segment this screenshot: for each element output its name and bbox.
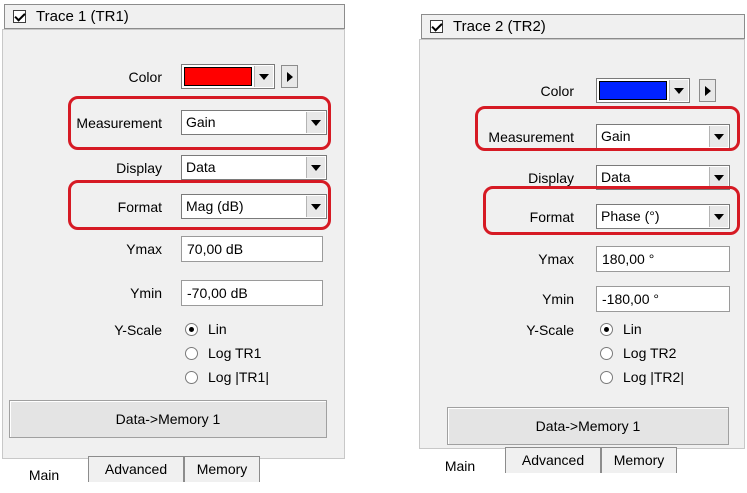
trace-1-data-to-memory-button[interactable]: Data->Memory 1 (9, 400, 327, 438)
trace-1-yscale-lin-option[interactable]: Lin (185, 319, 227, 339)
trace-1-ymax-row: Ymax 70,00 dB (3, 236, 344, 262)
trace-1-format-select[interactable]: Mag (dB) (181, 194, 327, 219)
radio-unselected-icon[interactable] (185, 346, 198, 360)
trace-1-measurement-select[interactable]: Gain (181, 110, 327, 135)
trace-1-panel: Trace 1 (TR1) Color Measurement Gain Dis… (0, 0, 347, 493)
trace-1-ymin-label: Ymin (130, 285, 162, 301)
trace-1-ymax-input[interactable]: 70,00 dB (181, 236, 323, 262)
trace-2-panel: Trace 2 (TR2) Color Measurement Gain Dis… (417, 10, 747, 493)
trace-2-measurement-select[interactable]: Gain (596, 124, 730, 149)
trace-1-display-row: Display Data (3, 155, 344, 181)
trace-2-yscale-row: Y-Scale (420, 317, 744, 343)
trace-1-yscale-label: Y-Scale (114, 322, 162, 338)
trace-1-measurement-value: Gain (186, 114, 216, 130)
chevron-down-icon[interactable] (306, 157, 325, 178)
chevron-down-icon[interactable] (254, 66, 273, 87)
trace-2-ymin-input[interactable]: -180,00 ° (596, 286, 730, 312)
trace-2-yscale-lin-label: Lin (623, 321, 642, 337)
trace-2-data-to-memory-button[interactable]: Data->Memory 1 (447, 407, 729, 445)
trace-2-yscale-lin-option[interactable]: Lin (600, 319, 642, 339)
trace-1-title: Trace 1 (TR1) (36, 8, 129, 25)
trace-2-yscale-logabs-label: Log |TR2| (623, 369, 684, 385)
trace-2-enable-checkbox[interactable] (430, 20, 443, 33)
trace-1-yscale-logabs-option[interactable]: Log |TR1| (185, 367, 269, 387)
trace-1-color-label: Color (128, 69, 162, 85)
trace-2-tab-bar: Main Advanced Memory (419, 447, 739, 483)
trace-2-color-row: Color (420, 78, 744, 104)
trace-1-tab-memory[interactable]: Memory (184, 456, 260, 482)
chevron-down-icon[interactable] (709, 126, 728, 147)
trace-2-measurement-label: Measurement (488, 129, 574, 145)
trace-1-tab-bar: Main Advanced Memory (2, 456, 332, 492)
trace-1-ymin-row: Ymin -70,00 dB (3, 280, 344, 306)
radio-selected-icon[interactable] (185, 322, 198, 336)
chevron-down-icon[interactable] (669, 80, 688, 101)
trace-1-yscale-log-label: Log TR1 (208, 345, 262, 361)
trace-1-yscale-log-option[interactable]: Log TR1 (185, 343, 261, 363)
radio-unselected-icon[interactable] (600, 370, 613, 384)
trace-2-color-more-button[interactable] (699, 79, 716, 102)
trace-2-measurement-row: Measurement Gain (420, 124, 744, 150)
trace-1-measurement-label: Measurement (76, 115, 162, 131)
trace-2-settings-body: Color Measurement Gain Display Data Form… (419, 39, 745, 449)
trace-2-display-row: Display Data (420, 165, 744, 191)
chevron-down-icon[interactable] (709, 206, 728, 227)
trace-2-color-select[interactable] (596, 78, 690, 103)
trace-2-format-select[interactable]: Phase (°) (596, 204, 730, 229)
trace-2-title: Trace 2 (TR2) (453, 18, 546, 35)
trace-2-color-swatch (599, 81, 667, 100)
trace-2-format-value: Phase (°) (601, 208, 660, 224)
trace-2-yscale-log-label: Log TR2 (623, 345, 677, 361)
trace-2-format-label: Format (529, 209, 574, 225)
trace-2-display-label: Display (528, 170, 574, 186)
trace-2-ymin-row: Ymin -180,00 ° (420, 286, 744, 312)
trace-2-ymax-label: Ymax (538, 251, 574, 267)
trace-1-color-swatch (184, 67, 252, 86)
trace-1-ymax-label: Ymax (126, 241, 162, 257)
trace-2-yscale-logabs-option[interactable]: Log |TR2| (600, 367, 684, 387)
trace-1-yscale-lin-label: Lin (208, 321, 227, 337)
trace-2-ymax-row: Ymax 180,00 ° (420, 246, 744, 272)
trace-1-yscale-logabs-label: Log |TR1| (208, 369, 269, 385)
trace-1-measurement-row: Measurement Gain (3, 110, 344, 136)
trace-2-format-row: Format Phase (°) (420, 204, 744, 230)
trace-1-color-select[interactable] (181, 64, 275, 89)
trace-2-display-value: Data (601, 169, 631, 185)
trace-1-color-more-button[interactable] (281, 65, 298, 88)
trace-2-ymax-input[interactable]: 180,00 ° (596, 246, 730, 272)
trace-1-display-value: Data (186, 159, 216, 175)
chevron-down-icon[interactable] (709, 167, 728, 188)
trace-1-tab-main[interactable]: Main (4, 460, 84, 490)
trace-1-header: Trace 1 (TR1) (4, 4, 345, 29)
trace-2-yscale-label: Y-Scale (526, 322, 574, 338)
trace-1-format-label: Format (117, 199, 162, 215)
trace-1-display-label: Display (116, 160, 162, 176)
trace-2-tab-main[interactable]: Main (425, 451, 495, 481)
trace-2-ymin-label: Ymin (542, 291, 574, 307)
trace-1-enable-checkbox[interactable] (13, 10, 26, 23)
trace-1-display-select[interactable]: Data (181, 155, 327, 180)
radio-unselected-icon[interactable] (600, 346, 613, 360)
chevron-down-icon[interactable] (306, 196, 325, 217)
trace-2-header: Trace 2 (TR2) (421, 14, 745, 39)
trace-1-yscale-row: Y-Scale (3, 317, 344, 343)
trace-1-ymin-input[interactable]: -70,00 dB (181, 280, 323, 306)
radio-selected-icon[interactable] (600, 322, 613, 336)
trace-2-tab-advanced[interactable]: Advanced (505, 447, 601, 473)
trace-1-settings-body: Color Measurement Gain Display Data Form… (2, 29, 345, 459)
trace-1-color-row: Color (3, 64, 344, 90)
trace-1-format-row: Format Mag (dB) (3, 194, 344, 220)
trace-1-format-value: Mag (dB) (186, 198, 244, 214)
trace-2-tab-memory[interactable]: Memory (601, 447, 677, 473)
trace-2-yscale-log-option[interactable]: Log TR2 (600, 343, 676, 363)
trace-2-measurement-value: Gain (601, 128, 631, 144)
trace-2-display-select[interactable]: Data (596, 165, 730, 190)
trace-2-color-label: Color (540, 83, 574, 99)
radio-unselected-icon[interactable] (185, 370, 198, 384)
trace-1-tab-advanced[interactable]: Advanced (88, 456, 184, 482)
chevron-down-icon[interactable] (306, 112, 325, 133)
